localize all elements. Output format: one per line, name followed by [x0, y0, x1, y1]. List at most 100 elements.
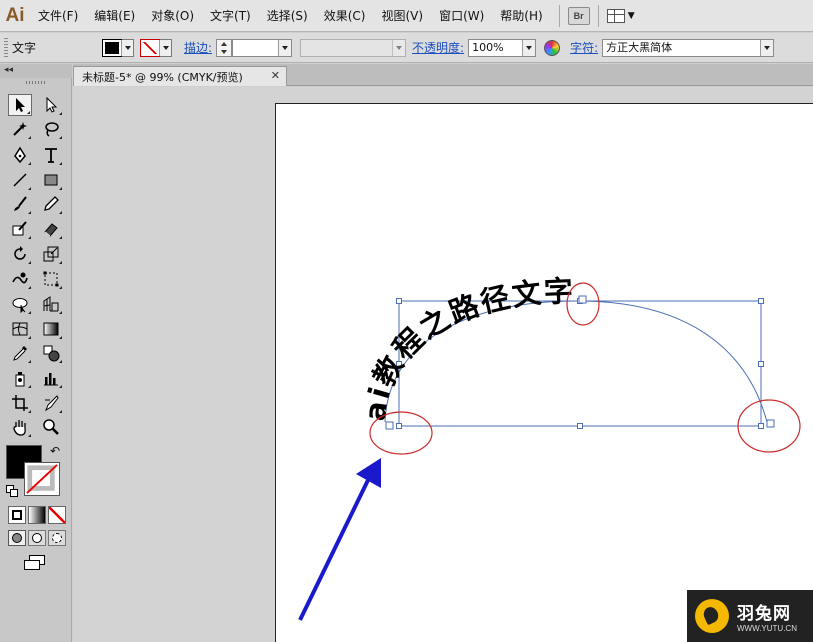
default-fill-stroke-icon[interactable] — [6, 485, 18, 497]
warp-tool[interactable] — [8, 268, 32, 290]
menu-effect[interactable]: 效果(C) — [316, 0, 374, 32]
perspective-grid-tool[interactable] — [39, 293, 63, 315]
blob-brush-tool[interactable] — [8, 218, 32, 240]
no-stroke-swatch-icon — [140, 38, 160, 57]
column-graph-tool-icon — [44, 373, 58, 386]
selection-tool[interactable] — [8, 94, 32, 116]
menu-object[interactable]: 对象(O) — [143, 0, 202, 32]
selection-tool-icon — [16, 98, 25, 112]
slice-tool-icon — [44, 395, 59, 412]
font-family-dropdown[interactable]: 方正大黑简体 — [602, 38, 775, 57]
free-transform-tool-icon — [43, 271, 59, 287]
hand-tool-icon — [13, 420, 26, 436]
column-graph-tool[interactable] — [39, 367, 63, 389]
object-type-label: 文字 — [12, 41, 37, 55]
zoom-tool[interactable] — [39, 416, 63, 438]
stroke-weight-field[interactable] — [232, 38, 293, 57]
none-mode-button[interactable] — [48, 506, 66, 524]
chevron-down-icon — [392, 39, 406, 56]
screen-mode-button[interactable] — [24, 555, 46, 571]
slice-tool[interactable] — [39, 392, 63, 414]
gradient-mode-button[interactable] — [28, 506, 46, 524]
rotate-tool-icon — [14, 246, 26, 260]
line-tool[interactable] — [8, 169, 32, 191]
menu-window[interactable]: 窗口(W) — [431, 0, 492, 32]
menu-type[interactable]: 文字(T) — [202, 0, 259, 32]
blend-tool-icon — [43, 345, 60, 362]
blend-tool[interactable] — [39, 342, 63, 364]
hand-tool[interactable] — [8, 416, 32, 438]
lasso-tool[interactable] — [39, 118, 63, 140]
rotate-tool[interactable] — [8, 243, 32, 265]
stroke-color-dropdown[interactable] — [140, 38, 172, 57]
workspace-grid-icon — [606, 8, 625, 23]
type-tool-icon — [45, 148, 57, 163]
shape-builder-tool-icon — [12, 298, 28, 313]
chevron-down-icon — [760, 39, 774, 56]
opacity-field[interactable]: 100% — [468, 38, 537, 57]
eraser-tool[interactable] — [39, 218, 63, 240]
rabbit-logo-icon — [695, 599, 729, 633]
pencil-tool[interactable] — [39, 193, 63, 215]
gradient-tool-icon — [43, 322, 59, 336]
opacity-label[interactable]: 不透明度: — [412, 39, 464, 56]
tools-panel-grip[interactable] — [26, 81, 46, 84]
magic-wand-tool[interactable] — [8, 118, 32, 140]
menu-help[interactable]: 帮助(H) — [492, 0, 550, 32]
bridge-button[interactable]: Br — [567, 6, 590, 25]
draw-behind-icon — [32, 533, 42, 543]
zoom-tool-icon — [43, 419, 59, 435]
control-bar-grip-icon[interactable] — [4, 37, 8, 58]
chevron-down-icon — [121, 39, 133, 56]
menu-edit[interactable]: 编辑(E) — [86, 0, 143, 32]
app-logo: Ai — [5, 4, 25, 26]
pen-tool[interactable] — [8, 144, 32, 166]
rectangle-tool[interactable] — [39, 169, 63, 191]
color-mode-button[interactable] — [8, 506, 26, 524]
close-icon[interactable]: ✕ — [271, 69, 280, 82]
character-label[interactable]: 字符: — [570, 39, 598, 56]
chevron-down-icon — [278, 39, 292, 56]
direct-selection-tool[interactable] — [39, 94, 63, 116]
workspace-switcher-button[interactable]: ▼ — [606, 8, 635, 23]
scale-tool[interactable] — [39, 243, 63, 265]
chevron-down-icon — [522, 39, 536, 56]
stroke-weight-stepper[interactable] — [216, 38, 233, 57]
menu-separator — [558, 4, 560, 27]
free-transform-tool[interactable] — [39, 268, 63, 290]
scale-tool-icon — [43, 246, 59, 262]
menu-separator — [597, 4, 599, 27]
menu-file[interactable]: 文件(F) — [30, 0, 86, 32]
stroke-swatch[interactable] — [24, 462, 60, 496]
menu-view[interactable]: 视图(V) — [373, 0, 431, 32]
symbol-sprayer-tool[interactable] — [8, 367, 32, 389]
document-tab-title: 未标题-5* @ 99% (CMYK/预览) — [82, 70, 243, 84]
eyedropper-tool[interactable] — [8, 342, 32, 364]
recolor-artwork-icon[interactable] — [544, 39, 561, 56]
paintbrush-tool[interactable] — [8, 193, 32, 215]
mesh-tool[interactable] — [8, 318, 32, 340]
menu-bar: Ai 文件(F) 编辑(E) 对象(O) 文字(T) 选择(S) 效果(C) 视… — [0, 0, 813, 32]
lasso-tool-icon — [45, 122, 59, 137]
eyedropper-tool-icon — [13, 346, 27, 361]
draw-normal-button[interactable] — [8, 530, 26, 546]
artboard-tool-icon — [12, 395, 28, 411]
swap-fill-stroke-icon[interactable]: ↶ — [50, 444, 60, 458]
paintbrush-tool-icon — [14, 196, 27, 211]
shape-builder-tool[interactable] — [8, 293, 32, 315]
gradient-tool[interactable] — [39, 318, 63, 340]
artboard[interactable] — [275, 103, 813, 642]
draw-inside-button[interactable] — [48, 530, 66, 546]
draw-behind-button[interactable] — [28, 530, 46, 546]
stroke-label[interactable]: 描边: — [184, 39, 212, 56]
collapse-panel-icon[interactable]: ◂◂ — [4, 65, 13, 75]
tools-panel-header: ◂◂ — [0, 64, 72, 78]
fill-color-dropdown[interactable] — [102, 38, 134, 57]
type-tool[interactable] — [39, 144, 63, 166]
artboard-tool[interactable] — [8, 392, 32, 414]
document-tab-bar: 未标题-5* @ 99% (CMYK/预览) ✕ — [73, 64, 813, 86]
watermark-url: WWW.YUTU.CN — [737, 624, 797, 633]
chevron-down-icon — [159, 39, 171, 56]
menu-select[interactable]: 选择(S) — [259, 0, 316, 32]
document-tab[interactable]: 未标题-5* @ 99% (CMYK/预览) ✕ — [73, 66, 287, 86]
